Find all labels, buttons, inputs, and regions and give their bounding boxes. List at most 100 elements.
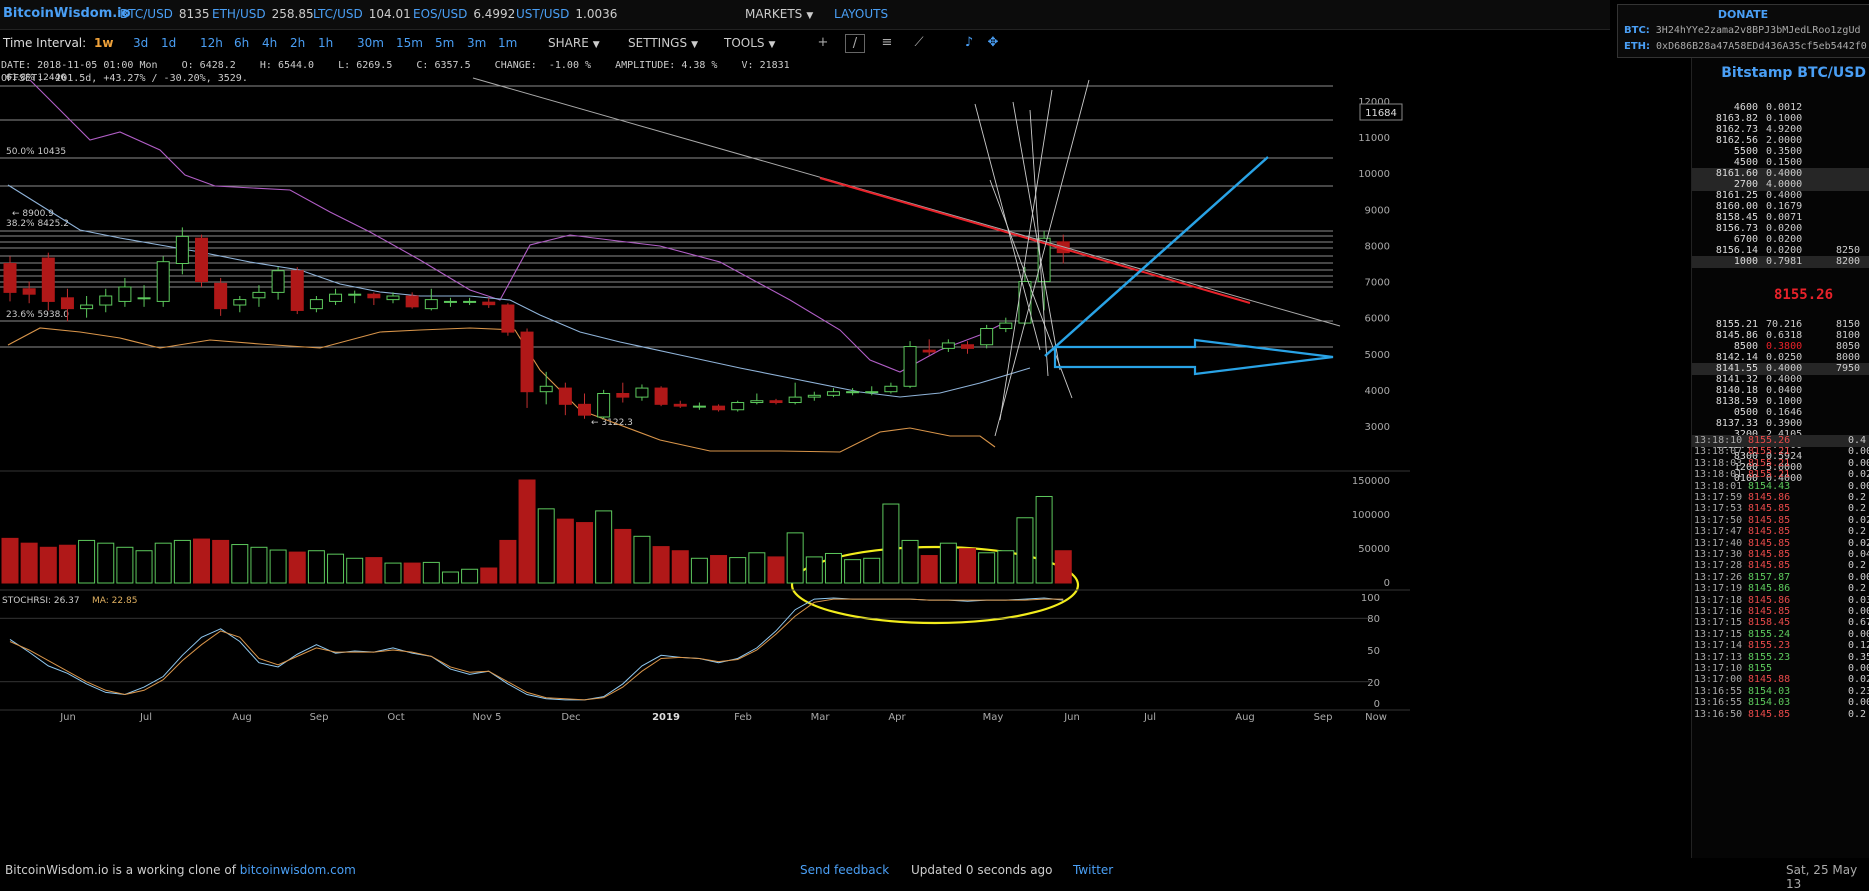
candle-body bbox=[22, 288, 36, 295]
candle-body bbox=[731, 402, 745, 411]
clone-link[interactable]: bitcoinwisdom.com bbox=[240, 863, 356, 877]
trade-time: 13:17:15 bbox=[1694, 617, 1743, 629]
volume-bar bbox=[690, 557, 708, 584]
trade-row: 13:17:28 8145.85 0.2 bbox=[1692, 560, 1869, 572]
candle-body bbox=[980, 328, 994, 346]
trade-time: 13:17:13 bbox=[1694, 651, 1743, 663]
trade-time: 13:17:40 bbox=[1694, 537, 1743, 549]
volume-bar bbox=[997, 550, 1015, 584]
order-amount: 2.0000 bbox=[1766, 135, 1803, 146]
stoch-tick-label: 0 bbox=[1374, 699, 1380, 710]
trade-row: 13:17:18 8145.86 0.03 bbox=[1692, 595, 1869, 607]
trade-time: 13:18:10 bbox=[1694, 435, 1743, 446]
volume-bar bbox=[920, 555, 938, 584]
trade-row: 13:17:47 8145.85 0.2 bbox=[1692, 526, 1869, 538]
price-tick-label: 8000 bbox=[1365, 241, 1390, 252]
candle-body bbox=[712, 405, 726, 411]
trade-amount: 0.2 bbox=[1848, 583, 1867, 595]
x-axis-label: Aug bbox=[232, 712, 252, 723]
twitter-link[interactable]: Twitter bbox=[1073, 863, 1113, 877]
trade-price: 8145.85 bbox=[1748, 549, 1791, 560]
x-axis-label: Apr bbox=[888, 712, 906, 723]
candle-body bbox=[539, 385, 553, 393]
trade-row: 13:17:15 8155.24 0.00 bbox=[1692, 629, 1869, 641]
order-price: 8142.14 bbox=[1715, 352, 1758, 363]
fib-label: 61.8% 12446 bbox=[6, 73, 66, 83]
order-price: 8500 bbox=[1733, 341, 1758, 352]
volume-bar bbox=[978, 552, 996, 584]
volume-tick-label: 0 bbox=[1384, 578, 1390, 589]
volume-bar bbox=[78, 539, 96, 584]
order-amount: 0.0200 bbox=[1766, 245, 1803, 256]
candle-body bbox=[961, 344, 974, 349]
trade-time: 13:17:53 bbox=[1694, 503, 1743, 515]
candle-body bbox=[501, 304, 515, 333]
order-price: 6700 bbox=[1733, 234, 1758, 245]
trade-price: 8145.85 bbox=[1748, 514, 1791, 526]
order-price: 4500 bbox=[1733, 157, 1758, 168]
volume-bar bbox=[365, 557, 383, 584]
candle-body bbox=[482, 301, 496, 306]
trade-time: 13:17:30 bbox=[1694, 549, 1743, 560]
trade-time: 13:17:15 bbox=[1694, 628, 1743, 640]
trade-price: 8155.23 bbox=[1748, 640, 1791, 652]
candle-body bbox=[673, 403, 687, 407]
trade-time: 13:18:03 bbox=[1694, 457, 1743, 469]
price-tick-label: 5000 bbox=[1365, 350, 1390, 361]
x-axis-label: Now bbox=[1365, 712, 1387, 723]
depth-level: 8050 bbox=[1836, 341, 1861, 352]
trade-row: 13:18:07 8155.21 0.00 bbox=[1692, 446, 1869, 458]
volume-bar bbox=[824, 552, 842, 584]
trade-time: 13:17:10 bbox=[1694, 663, 1743, 674]
x-axis-label: 2019 bbox=[652, 712, 680, 723]
candle-body bbox=[137, 297, 151, 300]
volume-bar bbox=[537, 508, 555, 584]
stoch-tick-label: 50 bbox=[1367, 646, 1380, 657]
trade-amount: 0.02 bbox=[1848, 674, 1869, 686]
volume-bar bbox=[307, 550, 325, 584]
order-amount: 0.4000 bbox=[1766, 168, 1803, 179]
trade-time: 13:18:07 bbox=[1694, 446, 1743, 458]
volume-bar bbox=[518, 479, 536, 584]
price-chart[interactable]: 61.8% 12446 50.0% 10435 38.2% 8425.2 23.6% … bbox=[0, 0, 1690, 860]
volume-bar bbox=[231, 544, 249, 584]
trade-amount: 0.00 bbox=[1848, 571, 1869, 583]
price-tick-label: 9000 bbox=[1365, 205, 1390, 216]
exchange-title[interactable]: Bitstamp BTC/USD bbox=[1721, 65, 1866, 81]
trade-amount: 0.03 bbox=[1848, 594, 1869, 606]
trade-row: 13:17:14 8155.23 0.12 bbox=[1692, 640, 1869, 652]
trade-amount: 0.00 bbox=[1848, 480, 1869, 492]
x-axis-label: May bbox=[983, 712, 1004, 723]
volume-bar bbox=[499, 539, 517, 584]
send-feedback-link[interactable]: Send feedback bbox=[800, 863, 889, 877]
volume-bar bbox=[844, 559, 862, 584]
candle-body bbox=[788, 396, 802, 404]
order-amount: 0.0200 bbox=[1766, 223, 1803, 234]
volume-bar bbox=[135, 550, 153, 584]
fib-label: 23.6% 5938.0 bbox=[6, 310, 69, 320]
order-price: 8162.56 bbox=[1715, 135, 1758, 146]
depth-level: 8100 bbox=[1836, 330, 1861, 341]
trade-amount: 0.00 bbox=[1848, 697, 1869, 709]
candle-body bbox=[175, 235, 189, 265]
x-axis-label: Feb bbox=[734, 712, 752, 723]
volume-bar bbox=[671, 550, 689, 584]
volume-bar bbox=[461, 568, 479, 584]
axes: 1200011000100009000800070006000500040003… bbox=[0, 97, 1410, 723]
trade-row: 13:18:01 8155.21 0.02 bbox=[1692, 469, 1869, 481]
x-axis-label: Jul bbox=[1143, 712, 1156, 723]
stoch-tick-label: 20 bbox=[1367, 678, 1380, 689]
candle-body bbox=[386, 295, 400, 301]
volume-tick-label: 150000 bbox=[1352, 476, 1390, 487]
stoch-tick-label: 80 bbox=[1367, 614, 1380, 625]
volume-bar bbox=[576, 522, 593, 584]
trade-price: 8155.23 bbox=[1748, 651, 1791, 663]
trade-time: 13:17:00 bbox=[1694, 674, 1743, 686]
volume-bar bbox=[20, 542, 38, 584]
ask-row[interactable]: 1000 0.7981 8200 bbox=[1692, 256, 1869, 268]
volume-bar bbox=[748, 552, 766, 584]
trade-amount: 0.00 bbox=[1848, 446, 1869, 458]
trade-time: 13:17:14 bbox=[1694, 640, 1743, 652]
order-price: 8137.33 bbox=[1715, 418, 1758, 429]
footer: BitcoinWisdom.io is a working clone of b… bbox=[0, 860, 1869, 891]
